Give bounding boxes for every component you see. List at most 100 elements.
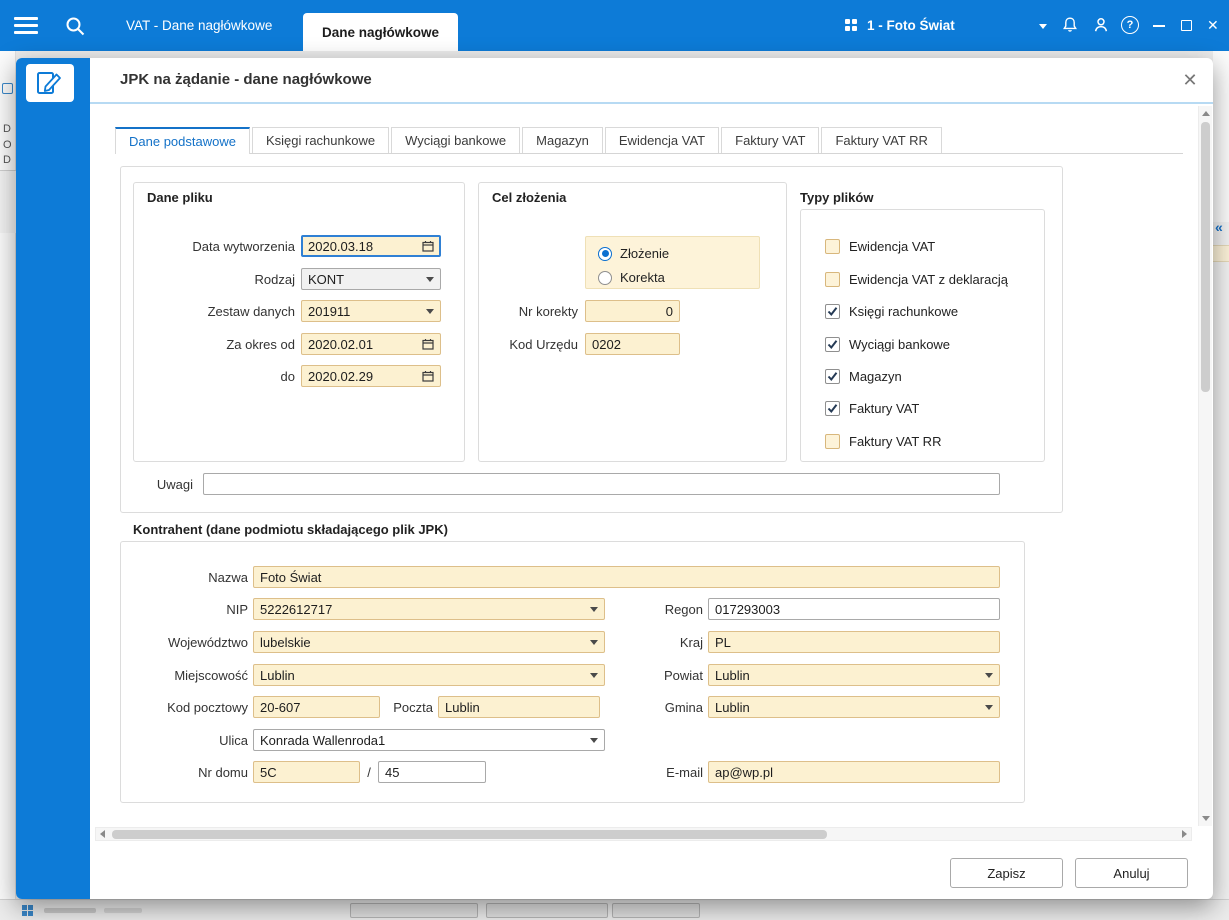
- background-dropdown: [350, 903, 478, 918]
- maximize-icon[interactable]: [1181, 20, 1192, 31]
- radio-unselected-icon[interactable]: [598, 270, 612, 285]
- checkbox-wyciagi-bankowe[interactable]: Wyciągi bankowe: [825, 336, 950, 352]
- ulica-label: Ulica: [219, 732, 248, 748]
- calendar-icon[interactable]: [422, 338, 434, 350]
- checkbox-ksiegi-rachunkowe[interactable]: Księgi rachunkowe: [825, 303, 958, 319]
- dialog-close-icon[interactable]: ✕: [1176, 66, 1204, 94]
- kraj-input[interactable]: PL: [708, 631, 1000, 653]
- collapse-panel-chevrons-icon[interactable]: «: [1215, 219, 1223, 235]
- checkbox-checked-icon[interactable]: [825, 368, 840, 384]
- poczta-input[interactable]: Lublin: [438, 696, 600, 718]
- nr-lokalu-input[interactable]: 45: [378, 761, 486, 783]
- za-okres-od-label: Za okres od: [226, 336, 295, 352]
- scroll-down-icon[interactable]: [1202, 816, 1210, 821]
- background-window-bottom-bar: [0, 899, 1229, 920]
- horizontal-scroll-thumb[interactable]: [112, 830, 827, 839]
- gmina-select[interactable]: Lublin: [708, 696, 1000, 718]
- vertical-scrollbar[interactable]: [1198, 106, 1212, 826]
- scroll-up-icon[interactable]: [1202, 111, 1210, 116]
- nazwa-label: Nazwa: [208, 569, 248, 585]
- menu-icon[interactable]: [14, 17, 38, 34]
- company-selector[interactable]: 1 - Foto Świat: [867, 0, 955, 51]
- search-icon[interactable]: [64, 15, 86, 42]
- checkbox-checked-icon[interactable]: [825, 400, 840, 416]
- background-panel: [1213, 51, 1229, 222]
- tab-ksiegi-rachunkowe[interactable]: Księgi rachunkowe: [251, 127, 390, 153]
- wojewodztwo-label: Województwo: [168, 634, 248, 650]
- nr-korekty-field[interactable]: 0: [585, 300, 680, 322]
- scroll-right-icon[interactable]: [1182, 830, 1187, 838]
- header-separator: [90, 102, 1213, 104]
- user-icon[interactable]: [1091, 15, 1111, 40]
- dialog-sidebar: [16, 58, 90, 899]
- background-text-fragment: O: [3, 139, 12, 151]
- topbar: VAT - Dane nagłówkowe Dane nagłówkowe 1 …: [0, 0, 1229, 51]
- radio-zlozenie[interactable]: Złożenie: [598, 246, 747, 261]
- checkbox-ewidencja-vat-z-deklaracja[interactable]: Ewidencja VAT z deklaracją: [825, 271, 1008, 287]
- background-text-fragment: D: [3, 154, 11, 166]
- vertical-scroll-thumb[interactable]: [1201, 122, 1210, 392]
- data-wytworzenia-date-field[interactable]: 2020.03.18: [301, 235, 441, 257]
- dialog-title: JPK na żądanie - dane nagłówkowe: [120, 71, 372, 88]
- rodzaj-select[interactable]: KONT: [301, 268, 441, 290]
- uwagi-input[interactable]: [203, 473, 1000, 495]
- calendar-icon[interactable]: [422, 370, 434, 382]
- kod-urzedu-field[interactable]: 0202: [585, 333, 680, 355]
- checkbox-faktury-vat-rr[interactable]: Faktury VAT RR: [825, 433, 941, 449]
- radio-korekta[interactable]: Korekta: [598, 270, 747, 285]
- tab-faktury-vat-rr[interactable]: Faktury VAT RR: [821, 127, 942, 153]
- nr-domu-input[interactable]: 5C: [253, 761, 360, 783]
- tab-magazyn[interactable]: Magazyn: [522, 127, 603, 153]
- regon-label: Regon: [664, 601, 703, 617]
- tab-wyciagi-bankowe[interactable]: Wyciągi bankowe: [391, 127, 521, 153]
- nip-select[interactable]: 5222612717: [253, 598, 605, 620]
- ulica-select[interactable]: Konrada Wallenroda1: [253, 729, 605, 751]
- dane-pliku-legend: Dane pliku: [147, 190, 213, 205]
- do-label: do: [280, 368, 295, 384]
- checkbox-ewidencja-vat[interactable]: Ewidencja VAT: [825, 238, 935, 254]
- checkbox-magazyn[interactable]: Magazyn: [825, 368, 902, 384]
- checkbox-unchecked-icon[interactable]: [825, 433, 840, 449]
- nr-domu-label: Nr domu: [198, 764, 248, 780]
- cancel-button[interactable]: Anuluj: [1075, 858, 1188, 888]
- background-text-bar: [104, 908, 142, 913]
- window-close-icon[interactable]: ✕: [1207, 17, 1219, 34]
- scroll-left-icon[interactable]: [100, 830, 105, 838]
- za-okres-od-date-field[interactable]: 2020.02.01: [301, 333, 441, 355]
- radio-selected-icon[interactable]: [598, 246, 612, 261]
- minimize-icon[interactable]: [1153, 25, 1165, 27]
- chevron-down-icon: [985, 672, 993, 678]
- regon-input[interactable]: 017293003: [708, 598, 1000, 620]
- do-date-field[interactable]: 2020.02.29: [301, 365, 441, 387]
- tab-dane-naglowkowe-active[interactable]: Dane nagłówkowe: [303, 13, 458, 51]
- chevron-down-icon[interactable]: [1039, 24, 1047, 29]
- horizontal-scrollbar[interactable]: [95, 827, 1192, 841]
- tab-vat-dane-naglowkowe[interactable]: VAT - Dane nagłówkowe: [112, 0, 286, 51]
- nip-label: NIP: [226, 601, 248, 617]
- powiat-select[interactable]: Lublin: [708, 664, 1000, 686]
- kontrahent-legend: Kontrahent (dane podmiotu składającego p…: [133, 522, 448, 537]
- wojewodztwo-select[interactable]: lubelskie: [253, 631, 605, 653]
- data-wytworzenia-label: Data wytworzenia: [192, 238, 295, 254]
- tab-dane-podstawowe[interactable]: Dane podstawowe: [115, 127, 250, 154]
- checkbox-checked-icon[interactable]: [825, 303, 840, 319]
- checkbox-checked-icon[interactable]: [825, 336, 840, 352]
- save-button[interactable]: Zapisz: [950, 858, 1063, 888]
- checkbox-unchecked-icon[interactable]: [825, 271, 840, 287]
- kod-pocztowy-input[interactable]: 20-607: [253, 696, 380, 718]
- chevron-down-icon: [426, 276, 434, 282]
- notifications-bell-icon[interactable]: [1060, 15, 1080, 40]
- checkbox-unchecked-icon[interactable]: [825, 238, 840, 254]
- checkbox-faktury-vat[interactable]: Faktury VAT: [825, 400, 919, 416]
- miejscowosc-select[interactable]: Lublin: [253, 664, 605, 686]
- calendar-icon[interactable]: [422, 240, 434, 252]
- email-label: E-mail: [666, 764, 703, 780]
- email-input[interactable]: ap@wp.pl: [708, 761, 1000, 783]
- tab-ewidencja-vat[interactable]: Ewidencja VAT: [604, 127, 720, 153]
- kod-urzedu-label: Kod Urzędu: [509, 336, 578, 352]
- apps-grid-icon[interactable]: [845, 19, 857, 31]
- zestaw-danych-select[interactable]: 201911: [301, 300, 441, 322]
- tab-faktury-vat[interactable]: Faktury VAT: [721, 127, 820, 153]
- nazwa-input[interactable]: Foto Świat: [253, 566, 1000, 588]
- help-icon[interactable]: ?: [1121, 16, 1139, 34]
